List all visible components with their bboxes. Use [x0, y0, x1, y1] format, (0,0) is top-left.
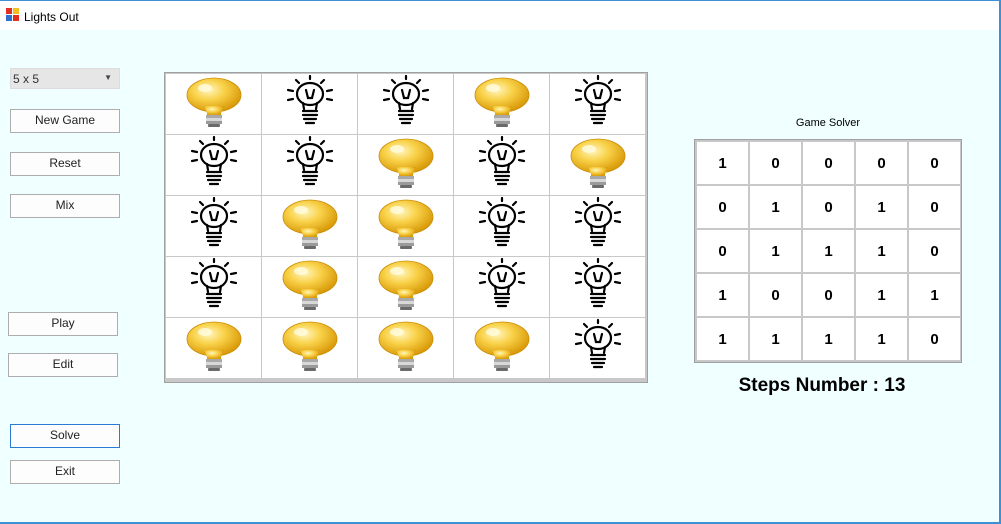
- solver-cell: 0: [909, 318, 960, 360]
- solver-cell: 0: [803, 274, 854, 316]
- solver-cell: 1: [856, 274, 907, 316]
- board-cell[interactable]: [550, 196, 645, 256]
- solver-cell: 1: [697, 318, 748, 360]
- solver-cell: 0: [750, 142, 801, 184]
- board-cell[interactable]: [454, 257, 549, 317]
- solver-cell: 0: [803, 186, 854, 228]
- board-cell[interactable]: [550, 257, 645, 317]
- mix-button[interactable]: Mix: [10, 194, 120, 218]
- solver-cell: 0: [909, 142, 960, 184]
- lit-bulb-icon: [185, 75, 243, 134]
- lit-bulb-icon: [377, 319, 435, 378]
- solver-cell: 1: [803, 230, 854, 272]
- exit-button[interactable]: Exit: [10, 460, 120, 484]
- lit-bulb-icon: [281, 319, 339, 378]
- unlit-bulb-icon: [182, 257, 246, 318]
- board-cell[interactable]: [166, 318, 261, 378]
- board-cell[interactable]: [358, 196, 453, 256]
- board-cell[interactable]: [454, 135, 549, 195]
- solver-cell: 1: [856, 230, 907, 272]
- solver-grid: 1000001010011101001111110: [694, 139, 962, 363]
- solver-cell: 1: [750, 318, 801, 360]
- solver-cell: 0: [803, 142, 854, 184]
- solver-cell: 0: [750, 274, 801, 316]
- solver-cell: 1: [697, 142, 748, 184]
- solver-cell: 0: [909, 230, 960, 272]
- board-size-value: 5 x 5: [13, 72, 40, 86]
- unlit-bulb-icon: [374, 74, 438, 135]
- solver-cell: 1: [803, 318, 854, 360]
- unlit-bulb-icon: [182, 135, 246, 196]
- solver-cell: 1: [750, 186, 801, 228]
- board-cell[interactable]: [166, 196, 261, 256]
- new-game-button[interactable]: New Game: [10, 109, 120, 133]
- play-button[interactable]: Play: [8, 312, 118, 336]
- board-cell[interactable]: [358, 74, 453, 134]
- solve-button[interactable]: Solve: [10, 424, 120, 448]
- lit-bulb-icon: [473, 75, 531, 134]
- board-cell[interactable]: [262, 318, 357, 378]
- lit-bulb-icon: [281, 258, 339, 317]
- edit-button[interactable]: Edit: [8, 353, 118, 377]
- solver-cell: 1: [909, 274, 960, 316]
- lit-bulb-icon: [569, 136, 627, 195]
- steps-counter: Steps Number : 13: [738, 375, 906, 396]
- board-cell[interactable]: [262, 257, 357, 317]
- solver-cell: 0: [697, 186, 748, 228]
- board-cell[interactable]: [262, 135, 357, 195]
- unlit-bulb-icon: [566, 74, 630, 135]
- board-cell[interactable]: [550, 74, 645, 134]
- board-cell[interactable]: [262, 74, 357, 134]
- unlit-bulb-icon: [566, 257, 630, 318]
- chevron-down-icon: ▼: [104, 73, 112, 82]
- solver-cell: 1: [856, 186, 907, 228]
- unlit-bulb-icon: [470, 196, 534, 257]
- board-cell[interactable]: [550, 318, 645, 378]
- solver-cell: 1: [697, 274, 748, 316]
- solver-cell: 1: [750, 230, 801, 272]
- board-cell[interactable]: [358, 257, 453, 317]
- board-cell[interactable]: [166, 74, 261, 134]
- window-title: Lights Out: [24, 10, 79, 24]
- board-cell[interactable]: [454, 318, 549, 378]
- board-cell[interactable]: [454, 196, 549, 256]
- title-bar: Lights Out: [0, 0, 1001, 30]
- unlit-bulb-icon: [470, 135, 534, 196]
- unlit-bulb-icon: [278, 135, 342, 196]
- board-cell[interactable]: [262, 196, 357, 256]
- unlit-bulb-icon: [470, 257, 534, 318]
- board-cell[interactable]: [358, 318, 453, 378]
- solver-cell: 0: [856, 142, 907, 184]
- solver-cell: 1: [856, 318, 907, 360]
- unlit-bulb-icon: [182, 196, 246, 257]
- board-size-select[interactable]: 5 x 5 ▼: [10, 68, 120, 89]
- board-cell[interactable]: [358, 135, 453, 195]
- lit-bulb-icon: [281, 197, 339, 256]
- solver-title: Game Solver: [795, 117, 861, 129]
- board-cell[interactable]: [454, 74, 549, 134]
- reset-button[interactable]: Reset: [10, 152, 120, 176]
- board-cell[interactable]: [550, 135, 645, 195]
- board-cell[interactable]: [166, 135, 261, 195]
- solver-cell: 0: [697, 230, 748, 272]
- game-board: [164, 72, 648, 383]
- unlit-bulb-icon: [278, 74, 342, 135]
- unlit-bulb-icon: [566, 318, 630, 379]
- lit-bulb-icon: [377, 258, 435, 317]
- solver-cell: 0: [909, 186, 960, 228]
- lit-bulb-icon: [377, 136, 435, 195]
- lit-bulb-icon: [185, 319, 243, 378]
- board-cell[interactable]: [166, 257, 261, 317]
- lit-bulb-icon: [473, 319, 531, 378]
- lit-bulb-icon: [377, 197, 435, 256]
- unlit-bulb-icon: [566, 196, 630, 257]
- app-icon: [6, 8, 20, 22]
